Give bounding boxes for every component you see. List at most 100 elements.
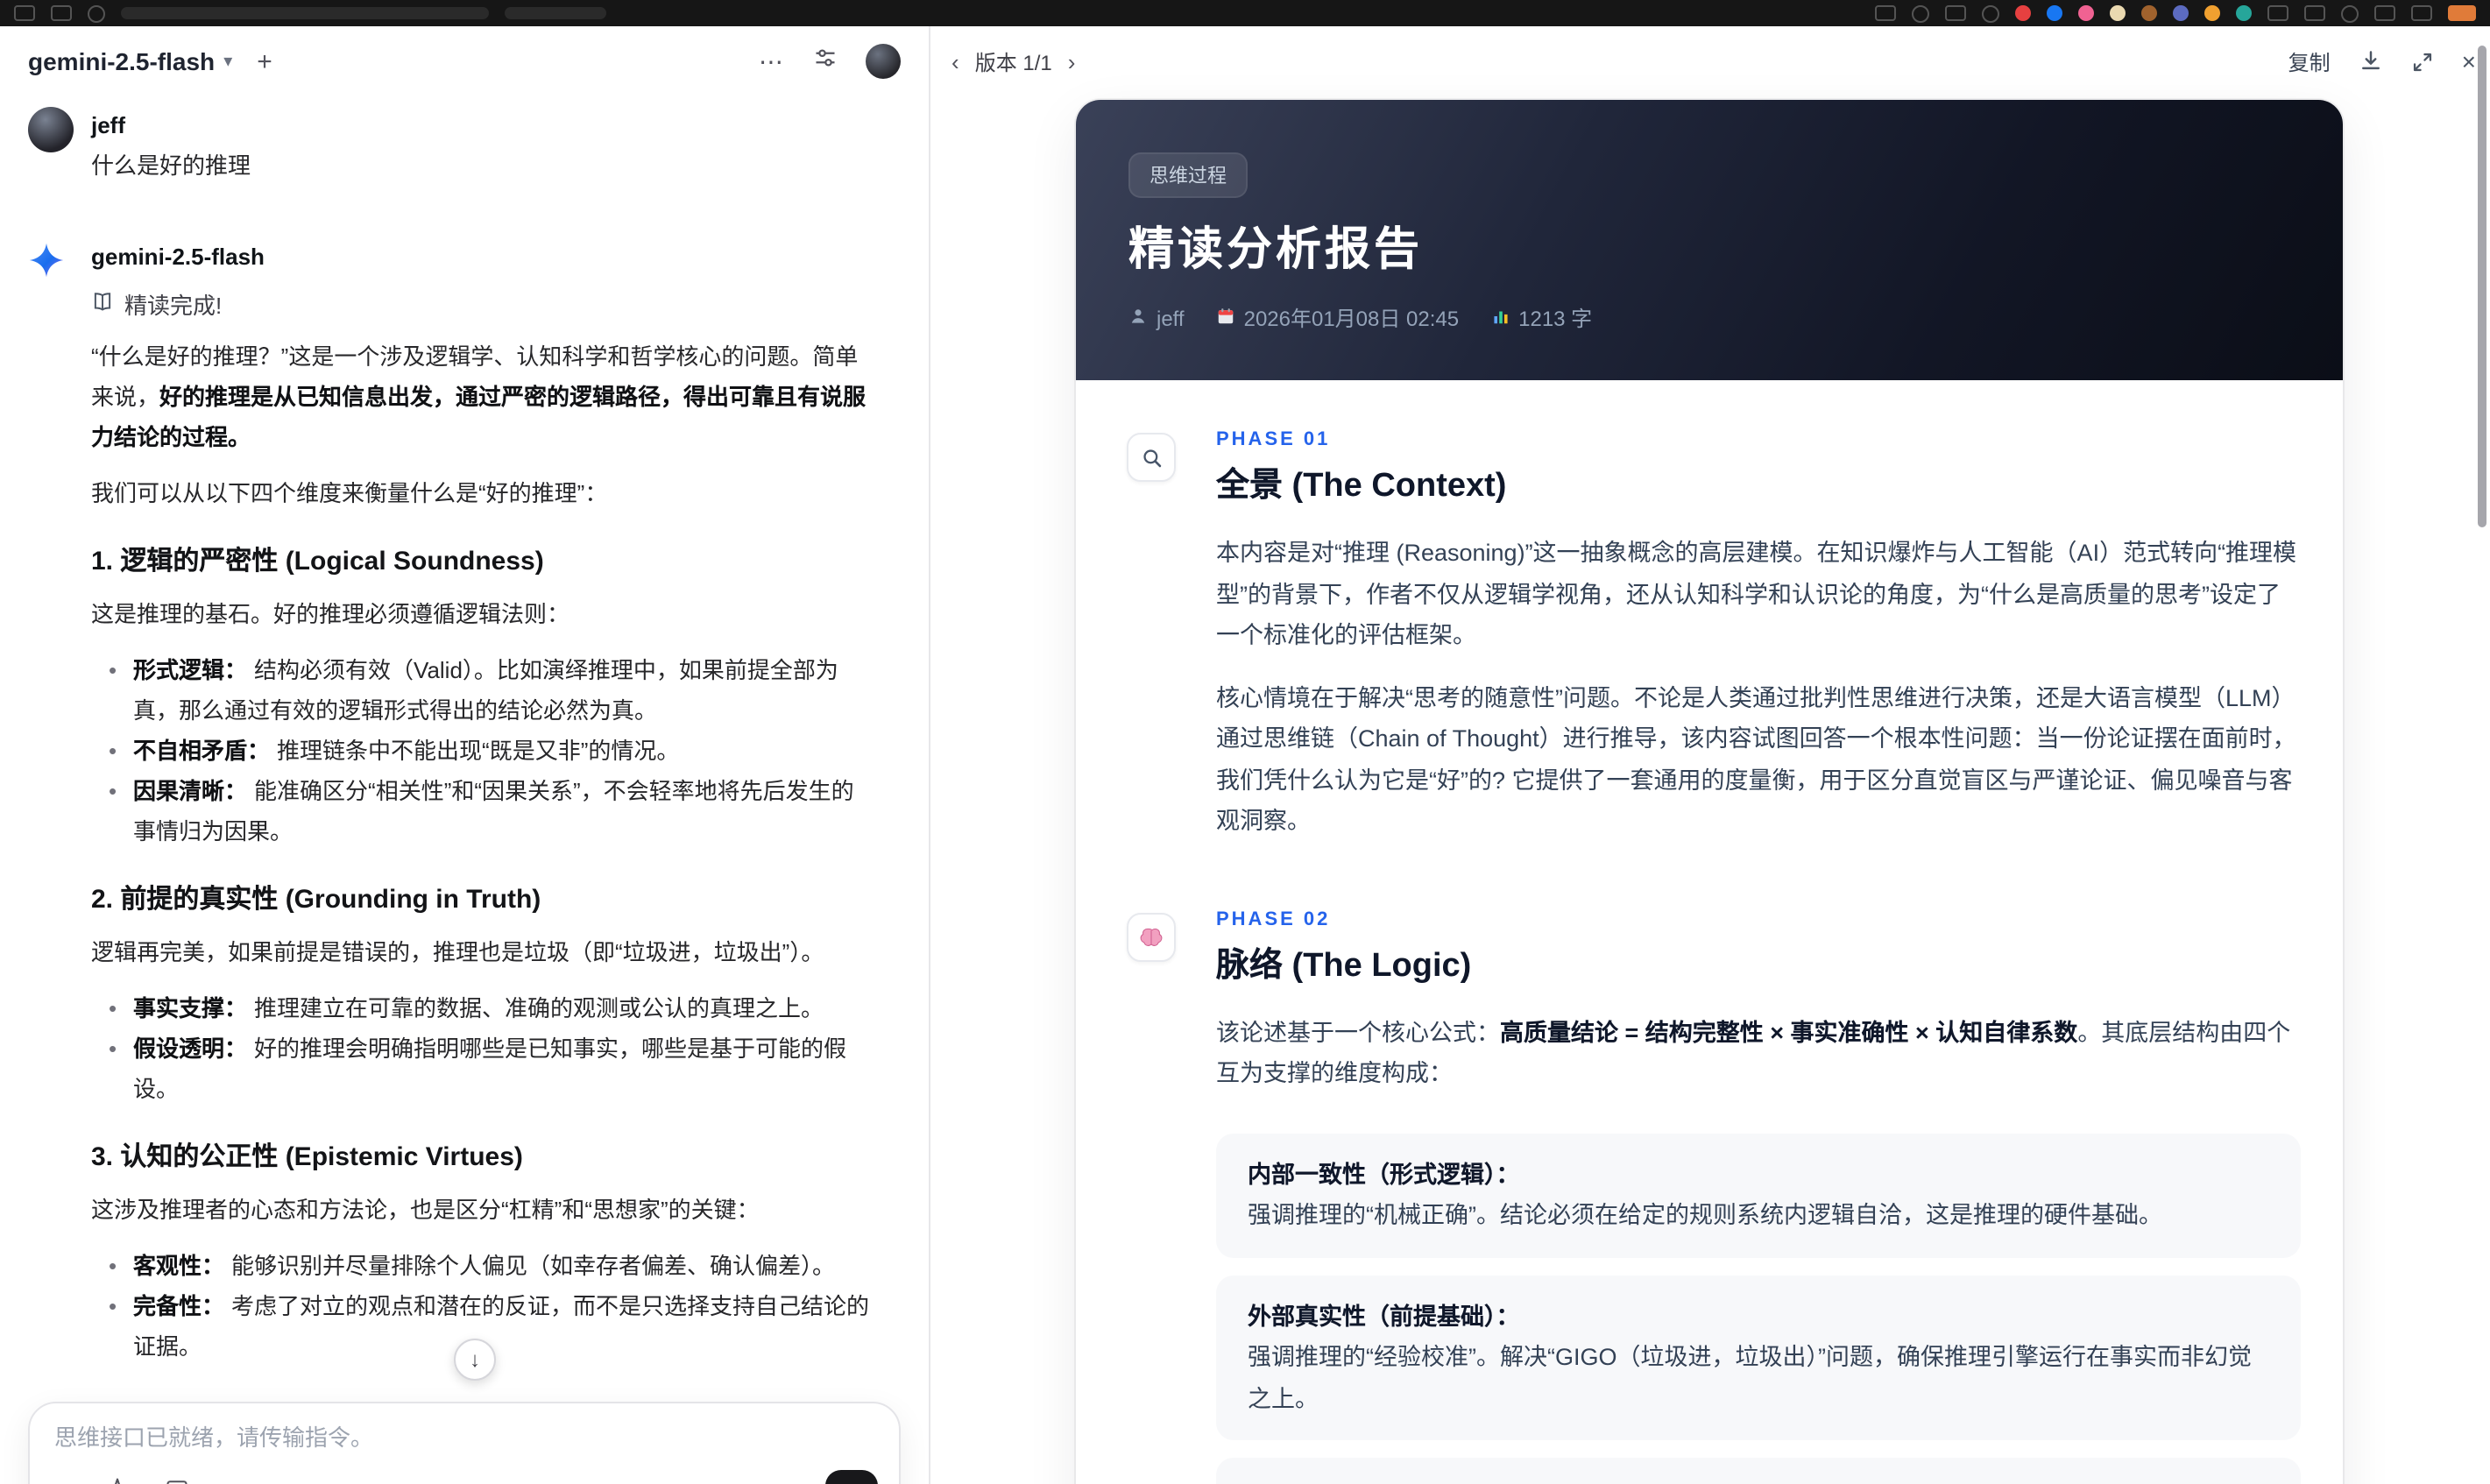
bullet-label: 不自相矛盾： xyxy=(133,738,271,764)
author-name: jeff xyxy=(1157,306,1185,330)
dimension-card-1: 内部一致性（形式逻辑）： 强调推理的“机械正确”。结论必须在给定的规则系统内逻辑… xyxy=(1216,1133,2301,1257)
phase-title: 全景 (The Context) xyxy=(1216,468,1507,505)
word-count-meta: 1213 字 xyxy=(1490,303,1592,333)
message-composer[interactable]: 思维接口已就绪，请传输指令。 + xyxy=(28,1402,901,1484)
tab-label-area[interactable] xyxy=(505,7,606,19)
attach-button[interactable]: + xyxy=(54,1479,71,1484)
bullet-text: 考虑了对立的观点和潜在的反证，而不是只选择支持自己结论的证据。 xyxy=(133,1293,870,1360)
share-icon[interactable] xyxy=(1875,5,1896,21)
model-selector[interactable]: gemini-2.5-flash xyxy=(28,47,215,75)
copy-button[interactable]: 复制 xyxy=(2288,46,2331,76)
extension-icon-blue[interactable] xyxy=(2047,5,2062,21)
section-bullets-1: 形式逻辑：结构必须有效（Valid）。比如演绎推理中，如果前提全部为真，那么通过… xyxy=(91,650,873,852)
report-header: 思维过程 精读分析报告 jeff 2026年01月08日 02:45 1213 … xyxy=(1076,100,2343,380)
phase-section-2: PHASE 02 脉络 (The Logic) 该论述基于一个核心公式：高质量结… xyxy=(1127,905,2343,1484)
fullscreen-icon[interactable] xyxy=(2411,50,2434,73)
chat-settings-icon[interactable] xyxy=(813,45,838,78)
split-view-icon[interactable] xyxy=(2304,5,2325,21)
list-item: 不自相矛盾：推理链条中不能出现“既是又非”的情况。 xyxy=(91,731,873,771)
section-lead-3: 这涉及推理者的心态和方法论，也是区分“杠精”和“思想家”的关键： xyxy=(91,1197,760,1223)
report-title: 精读分析报告 xyxy=(1128,223,1424,275)
scroll-to-bottom-button[interactable]: ↓ xyxy=(454,1339,496,1381)
report-meta: jeff 2026年01月08日 02:45 1213 字 xyxy=(1128,303,2290,333)
artifact-toolbar: ‹ 版本 1/1 › 复制 × xyxy=(930,40,2476,82)
browser-brand-icon[interactable] xyxy=(2448,5,2476,21)
card-text: 强调推理的“机械正确”。结论必须在给定的规则系统内逻辑自洽，这是推理的硬件基础。 xyxy=(1248,1202,2162,1228)
translate-icon[interactable] xyxy=(1982,4,1999,22)
card-text: 强调推理的“经验校准”。解决“GIGO（垃圾进，垃圾出）”问题，确保推理引擎运行… xyxy=(1248,1344,2252,1411)
word-count: 1213 字 xyxy=(1518,307,1593,331)
phase-title: 脉络 (The Logic) xyxy=(1216,947,1472,984)
skills-icon[interactable] xyxy=(106,1477,131,1484)
next-version-button[interactable]: › xyxy=(1068,50,1076,73)
phase-paragraph: 本内容是对“推理 (Reasoning)”这一抽象概念的高层建模。在知识爆炸与人… xyxy=(1216,540,2297,648)
extension-icon-indigo[interactable] xyxy=(2173,5,2189,21)
bullet-label: 因果清晰： xyxy=(133,778,248,804)
magnifier-icon xyxy=(1127,433,1176,482)
address-bar[interactable] xyxy=(121,7,489,19)
reading-status-text: 精读完成! xyxy=(124,293,223,319)
phase-label: PHASE 01 xyxy=(1216,429,1331,450)
bullet-text: 推理建立在可靠的数据、准确的观测或公认的真理之上。 xyxy=(254,995,824,1021)
list-item: 客观性：能够识别并尽量排除个人偏见（如幸存者偏差、确认偏差）。 xyxy=(91,1246,873,1286)
camera-icon[interactable] xyxy=(1912,4,1929,22)
bullet-label: 事实支撑： xyxy=(133,995,248,1021)
message-list: jeff 什么是好的推理 gemini-2.5-flash 精读完成! “什么是… xyxy=(0,96,929,1368)
user-message: jeff 什么是好的推理 xyxy=(28,107,901,186)
close-icon[interactable]: × xyxy=(2462,49,2476,74)
version-navigator: ‹ 版本 1/1 › xyxy=(951,46,1075,76)
tab-overview-icon[interactable] xyxy=(51,5,72,21)
phase-paragraph: 核心情境在于解决“思考的随意性”问题。不论是人类通过批判性思维进行决策，还是大语… xyxy=(1216,684,2296,834)
report-badge: 思维过程 xyxy=(1128,152,1248,198)
gemini-star-icon xyxy=(28,243,65,286)
extension-icon-cream[interactable] xyxy=(2110,5,2126,21)
user-message-avatar xyxy=(28,107,74,152)
section-heading-1: 1. 逻辑的严密性 (Logical Soundness) xyxy=(91,547,544,576)
extension-icon-pink[interactable] xyxy=(2078,5,2094,21)
voice-input-button[interactable] xyxy=(825,1470,878,1484)
report-body: PHASE 01 全景 (The Context) 本内容是对“推理 (Reas… xyxy=(1076,380,2343,1484)
menu-icon[interactable] xyxy=(88,4,105,22)
section-heading-2: 2. 前提的真实性 (Grounding in Truth) xyxy=(91,885,541,915)
section-bullets-2: 事实支撑：推理建立在可靠的数据、准确的观测或公认的真理之上。 假设透明：好的推理… xyxy=(91,988,873,1109)
author-icon xyxy=(1128,306,1148,330)
brain-icon xyxy=(1127,912,1176,961)
previous-version-button[interactable]: ‹ xyxy=(951,50,959,73)
profile-icon[interactable] xyxy=(2341,4,2359,22)
assistant-overview: 我们可以从以下四个维度来衡量什么是“好的推理”： xyxy=(91,480,608,506)
user-avatar[interactable] xyxy=(866,44,901,79)
chat-panel: gemini-2.5-flash ▾ + ⋯ jeff 什么是好的推理 gemi… xyxy=(0,26,930,1484)
download-icon[interactable] xyxy=(2359,49,2383,74)
intro-bold: 好的推理是从已知信息出发，通过严密的逻辑路径，得出可靠且有说服力结论的过程。 xyxy=(91,384,867,450)
report-card: 思维过程 精读分析报告 jeff 2026年01月08日 02:45 1213 … xyxy=(1076,100,2343,1484)
window-controls-icon[interactable] xyxy=(2411,5,2432,21)
app-window: gemini-2.5-flash ▾ + ⋯ jeff 什么是好的推理 gemi… xyxy=(0,26,2490,1484)
extension-icon-brown[interactable] xyxy=(2141,5,2157,21)
list-item: 事实支撑：推理建立在可靠的数据、准确的观测或公认的真理之上。 xyxy=(91,988,873,1028)
new-chat-button[interactable]: + xyxy=(257,48,272,74)
message-input[interactable]: 思维接口已就绪，请传输指令。 xyxy=(54,1423,874,1454)
dimension-card-2: 外部真实性（前提基础）： 强调推理的“经验校准”。解决“GIGO（垃圾进，垃圾出… xyxy=(1216,1275,2301,1440)
phase-lead: 该论述基于一个核心公式：高质量结论 = 结构完整性 × 事实准确性 × 认知自律… xyxy=(1216,1012,2301,1094)
image-upload-icon[interactable] xyxy=(166,1477,190,1484)
browser-toolbar xyxy=(0,0,2490,26)
extension-icon-red[interactable] xyxy=(2015,5,2031,21)
settings-icon[interactable] xyxy=(2267,5,2288,21)
extension-icon-teal[interactable] xyxy=(2236,5,2252,21)
more-options-button[interactable]: ⋯ xyxy=(759,46,785,76)
sidebar-toggle-icon[interactable] xyxy=(2374,5,2395,21)
phase-section-1: PHASE 01 全景 (The Context) 本内容是对“推理 (Reas… xyxy=(1127,426,2343,863)
list-item: 假设透明：好的推理会明确指明哪些是已知事实，哪些是基于可能的假设。 xyxy=(91,1028,873,1109)
assistant-intro: “什么是好的推理？”这是一个涉及逻辑学、认知科学和哲学核心的问题。简单来说，好的… xyxy=(91,336,873,457)
author-meta: jeff xyxy=(1128,306,1185,330)
chevron-down-icon[interactable]: ▾ xyxy=(223,52,232,71)
calendar-icon xyxy=(1216,306,1235,330)
extension-icon-amber[interactable] xyxy=(2204,5,2220,21)
card-title: 外部真实性（前提基础）： xyxy=(1248,1303,1520,1329)
window-icon[interactable] xyxy=(14,5,35,21)
book-icon xyxy=(91,290,114,318)
section-lead-2: 逻辑再完美，如果前提是错误的，推理也是垃圾（即“垃圾进，垃圾出”）。 xyxy=(91,939,824,965)
download-tray-icon[interactable] xyxy=(1945,5,1966,21)
scrollbar-thumb[interactable] xyxy=(2478,46,2486,527)
dimension-card-3: 主体伦理（认识美德）： 转向推理者的心理特征。引入奥卡姆剃刀和反向论证，旨在克服… xyxy=(1216,1458,2301,1484)
